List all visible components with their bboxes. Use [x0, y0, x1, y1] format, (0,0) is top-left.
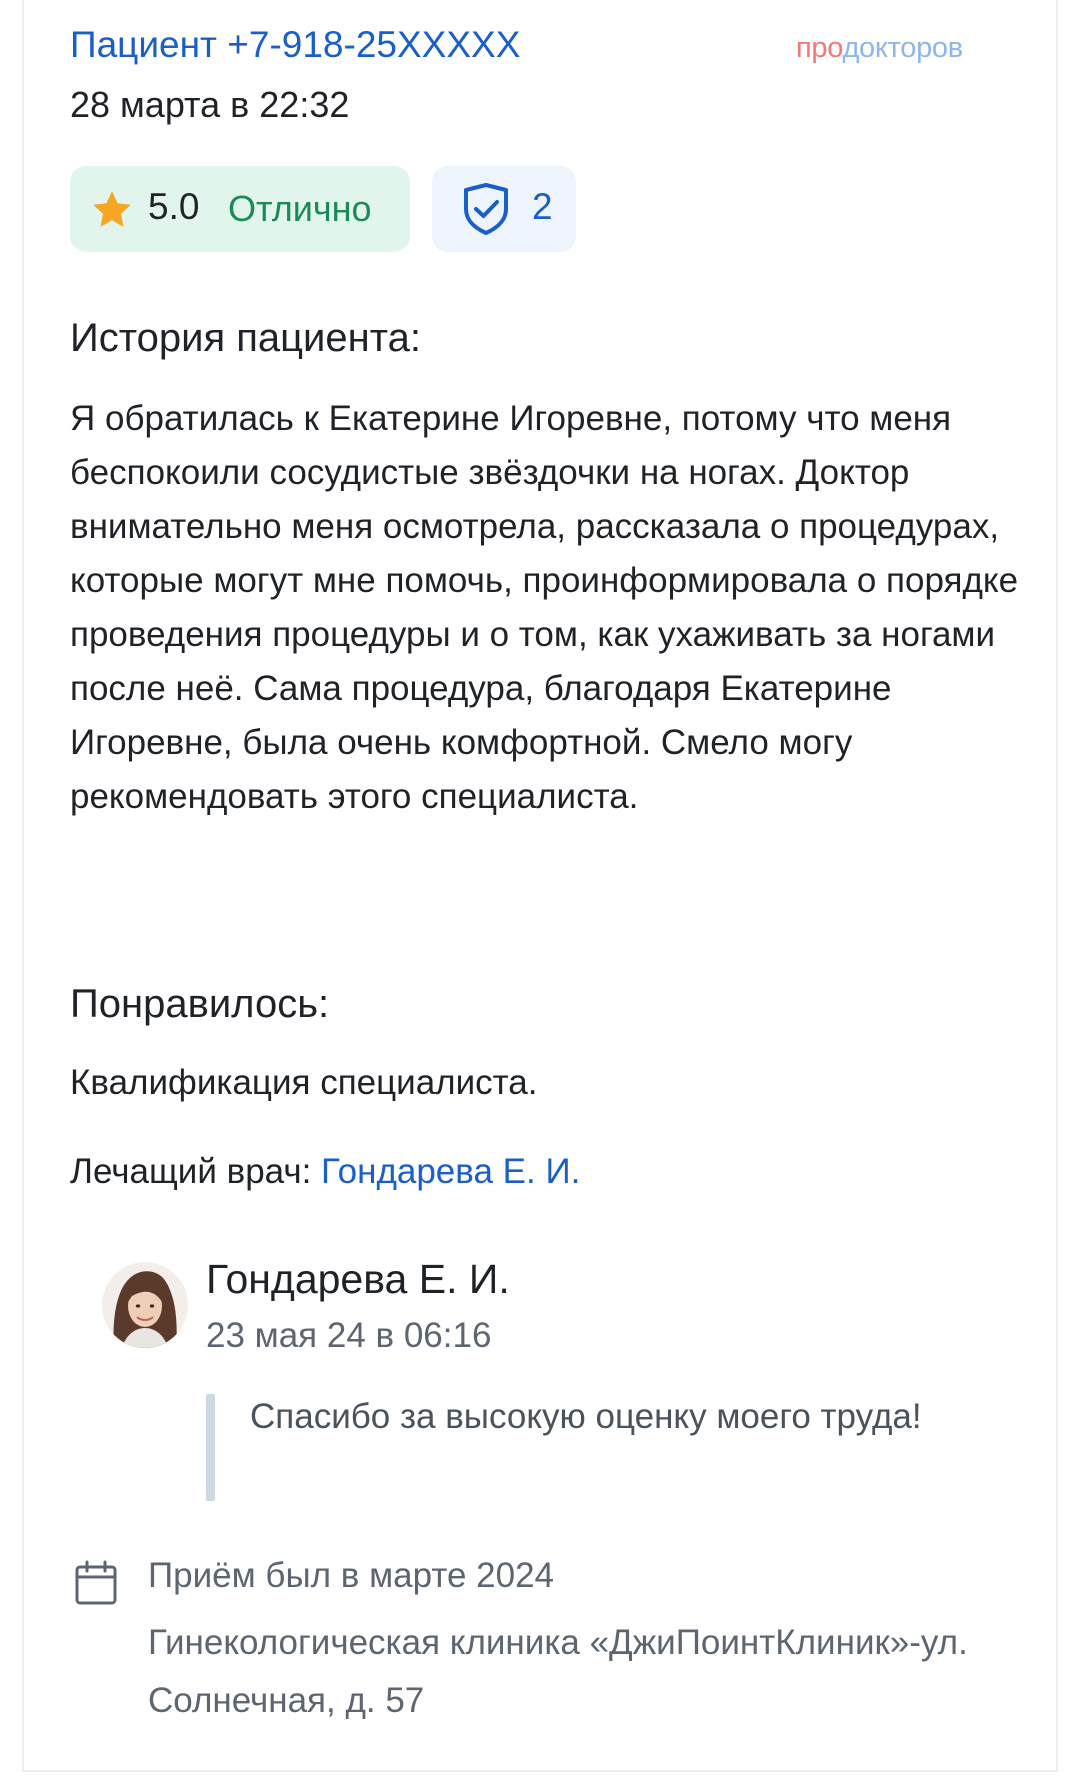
attending-doctor-label: Лечащий врач: — [70, 1152, 312, 1191]
reply-quote-bar — [206, 1394, 215, 1501]
star-icon — [93, 191, 131, 227]
doctor-avatar — [102, 1262, 188, 1348]
liked-text: Квалификация специалиста. — [70, 1063, 538, 1102]
review-card: Пациент +7-918-25XXXXX 28 марта в 22:32 … — [22, 0, 1058, 1772]
reply-date: 23 мая 24 в 06:16 — [206, 1316, 492, 1355]
brand-logo-part-2: докторов — [842, 32, 963, 64]
verification-badge[interactable]: 2 — [432, 166, 576, 252]
prodoctorov-logo: продокторов — [796, 32, 963, 65]
avatar-portrait — [102, 1262, 188, 1348]
rating-label: Отлично — [228, 188, 372, 229]
reply-text: Спасибо за высокую оценку моего труда! — [250, 1397, 922, 1436]
brand-logo-part-1: про — [796, 32, 843, 64]
story-title: История пациента: — [70, 316, 421, 360]
clinic-address: Гинекологическая клиника «ДжиПоинтКлиник… — [148, 1623, 968, 1720]
review-date: 28 марта в 22:32 — [70, 84, 350, 125]
reply-author: Гондарева Е. И. — [206, 1256, 510, 1302]
verification-count: 2 — [532, 186, 553, 227]
patient-name-link[interactable]: Пациент +7-918-25XXXXX — [70, 24, 520, 66]
doctor-link[interactable]: Гондарева Е. И. — [321, 1152, 580, 1191]
visit-date: Приём был в марте 2024 — [148, 1556, 555, 1595]
story-text: Я обратилась к Екатерине Игоревне, потом… — [70, 399, 1019, 816]
rating-badge: 5.0 Отлично — [70, 166, 410, 252]
calendar-icon — [75, 1560, 117, 1605]
shield-check-icon — [464, 183, 508, 235]
rating-value: 5.0 — [148, 186, 200, 227]
attending-doctor: Лечащий врач: Гондарева Е. И. — [70, 1152, 580, 1192]
liked-title: Понравилось: — [70, 982, 330, 1026]
